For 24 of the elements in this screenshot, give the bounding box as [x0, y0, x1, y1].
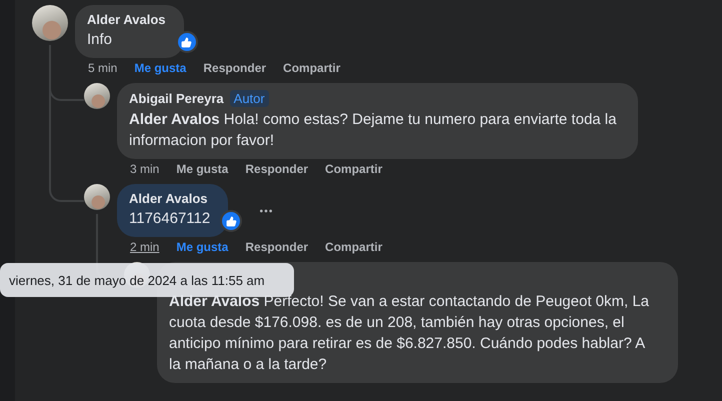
action-link[interactable]: Me gusta: [134, 61, 186, 75]
avatar[interactable]: [84, 184, 110, 210]
action-link[interactable]: Compartir: [325, 162, 382, 176]
action-link[interactable]: Responder: [203, 61, 266, 75]
comment-time[interactable]: 2 min: [130, 240, 160, 254]
avatar[interactable]: [84, 83, 110, 109]
action-link[interactable]: Compartir: [283, 61, 340, 75]
action-link[interactable]: Me gusta: [176, 240, 228, 254]
like-reaction-icon[interactable]: [176, 31, 198, 53]
comment-text: Alder Avalos Hola! como estas? Dejame tu numero para enviarte toda la informacion por favor!: [129, 110, 618, 151]
author-badge: Autor: [230, 90, 269, 107]
author-name[interactable]: Alder Avalos: [129, 191, 208, 206]
action-link[interactable]: Me gusta: [176, 162, 228, 176]
like-reaction-icon[interactable]: [220, 210, 242, 232]
comment-text: 1176467112: [129, 209, 210, 229]
action-link[interactable]: Compartir: [325, 240, 382, 254]
comment-time[interactable]: 3 min: [130, 162, 160, 176]
avatar[interactable]: [32, 5, 68, 41]
comment-time[interactable]: 5 min: [88, 61, 118, 75]
action-link[interactable]: Responder: [245, 240, 308, 254]
comment-text: Info: [87, 30, 114, 50]
action-link[interactable]: Responder: [245, 162, 308, 176]
author-name[interactable]: Alder Avalos: [87, 12, 166, 27]
author-name[interactable]: Abigail Pereyra: [129, 91, 224, 106]
